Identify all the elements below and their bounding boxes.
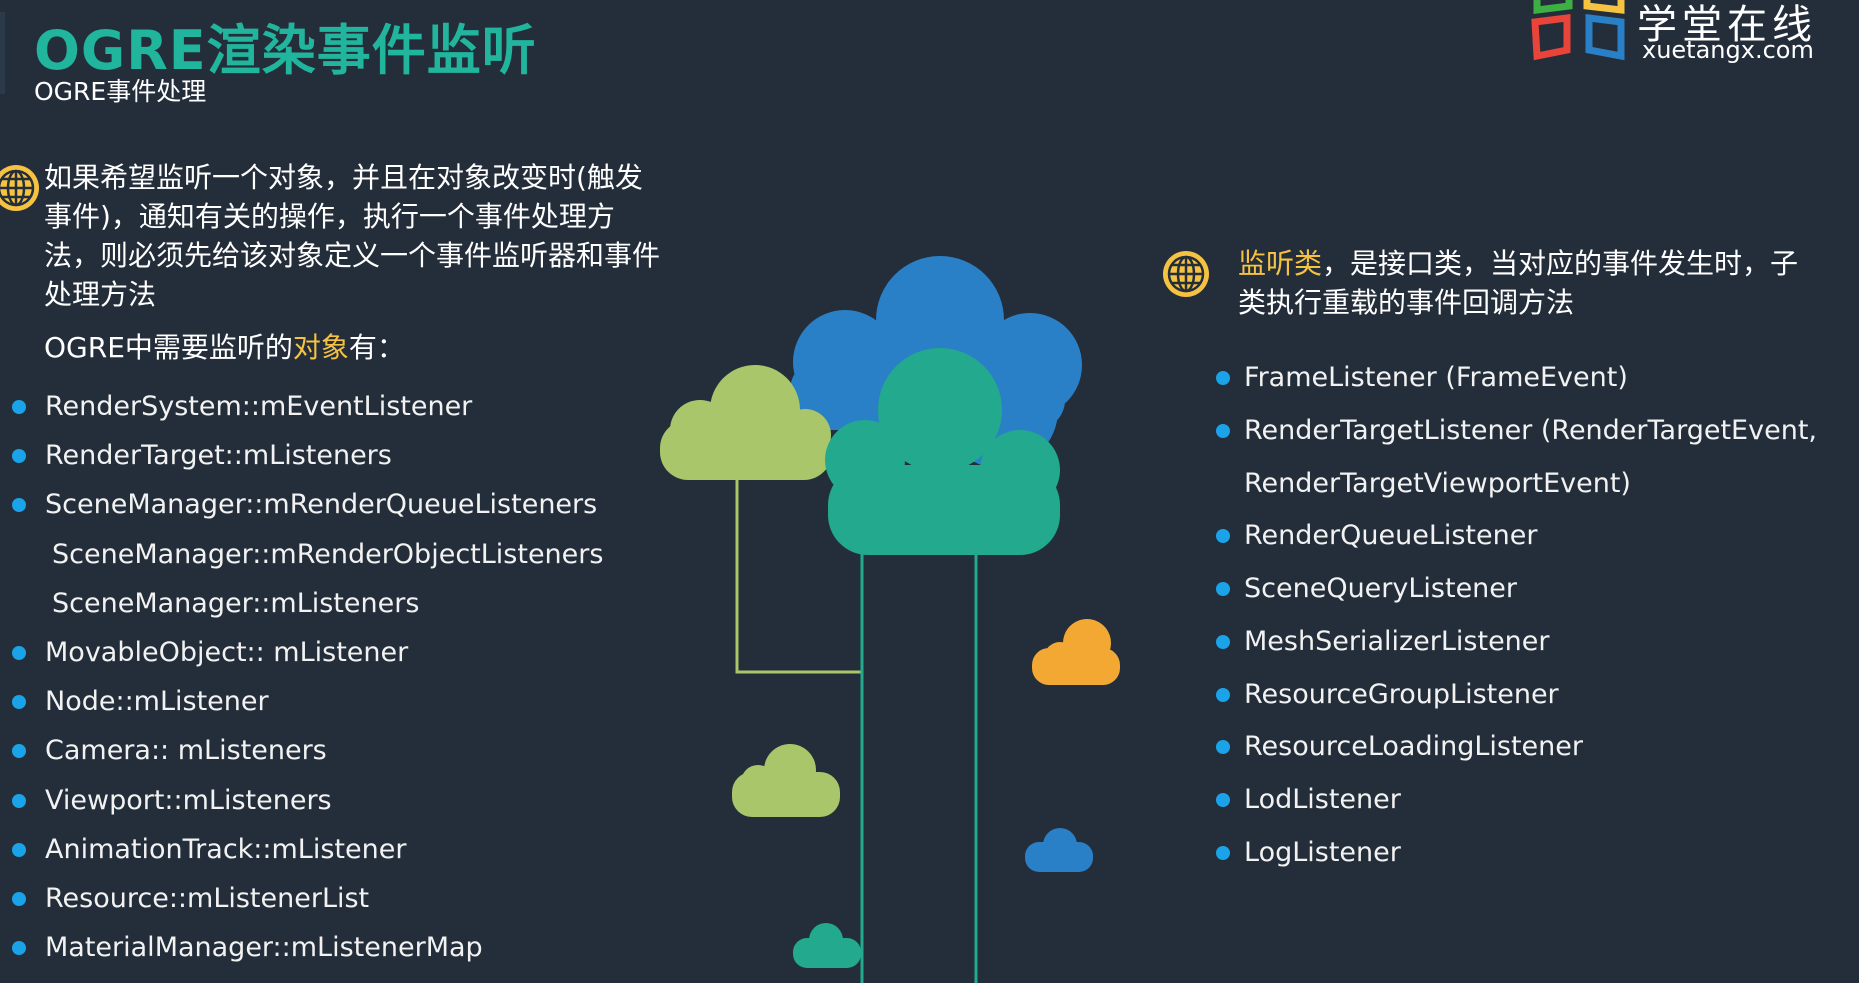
left-intro-paragraph: 如果希望监听一个对象，并且在对象改变时(触发事件)，通知有关的操作，执行一个事件… [44,161,661,311]
cloud-icon [732,744,840,817]
list-item-text: AnimationTrack::mListener [45,834,407,865]
list-item: MeshSerializerListener [1216,622,1550,662]
list-item: MovableObject:: mListener [12,633,409,673]
list-item-text: RenderTargetListener (RenderTargetEvent, [1244,415,1817,446]
page-subtitle: OGRE事件处理 [34,77,207,106]
list-item-text: SceneManager::mRenderObjectListeners [52,539,604,570]
list-item-text: LodListener [1244,784,1401,815]
list-item-text: FrameListener (FrameEvent) [1244,362,1628,393]
bullet-dot [12,843,26,857]
list-item-text: RenderQueueListener [1244,520,1538,551]
list-item: Viewport::mListeners [12,781,332,821]
list-item: AnimationTrack::mListener [12,830,407,870]
list-item: RenderTarget::mListeners [12,436,392,476]
list-item-text: SceneQueryListener [1244,573,1518,604]
list-item: Node::mListener [12,682,269,722]
para-highlight: 监听类 [1238,247,1323,280]
bullet-dot [1216,688,1230,702]
list-item: FrameListener (FrameEvent) [1216,358,1628,398]
list-item: Resource::mListenerList [12,879,370,919]
globe-icon [0,165,39,211]
bullet-dot [1216,740,1230,754]
cloud-icon [1025,828,1093,872]
list-item: SceneManager::mRenderObjectListeners [52,535,603,575]
bullet-dot [1216,793,1230,807]
list-item-text: MaterialManager::mListenerMap [45,932,483,963]
bullet-dot [12,449,26,463]
list-item-text: MeshSerializerListener [1244,626,1550,657]
list-item: RenderTargetListener (RenderTargetEvent, [1216,411,1817,451]
accent-bar [0,12,5,94]
right-intro-paragraph: 监听类，是接口类，当对应的事件发生时，子类执行重载的事件回调方法 [1238,244,1818,322]
globe-icon [1163,251,1209,297]
list-item: SceneManager::mListeners [52,584,419,624]
list-item: ResourceLoadingListener [1216,727,1583,767]
list-item: SceneQueryListener [1216,569,1518,609]
xuetangx-logo-icon [1531,0,1625,61]
bullet-dot [12,498,26,512]
objects-prefix: OGRE中需要监听的 [44,331,293,364]
list-item: LogListener [1216,833,1401,873]
bullet-dot [1216,582,1230,596]
list-item: ResourceGroupListener [1216,675,1559,715]
logo-name-en: xuetangx.com [1642,36,1814,64]
list-item-text: RenderTarget::mListeners [45,440,392,471]
list-item: LodListener [1216,780,1401,820]
bullet-dot [12,892,26,906]
bullet-dot [1216,635,1230,649]
list-item-text: SceneManager::mRenderQueueListeners [45,489,598,520]
brand-logo: 学堂在线 xuetangx.com [1524,0,1859,76]
list-item-text: ResourceGroupListener [1244,679,1559,710]
cloud-icon [1032,619,1120,685]
list-item-text: Camera:: mListeners [45,735,327,766]
cloud-illustration [660,256,1120,983]
list-item: RenderTargetViewportEvent) [1244,464,1631,504]
bullet-dot [12,400,26,414]
list-item: Camera:: mListeners [12,731,327,771]
list-item-text: Node::mListener [45,686,269,717]
list-item-text: SceneManager::mListeners [52,588,420,619]
bullet-dot [12,695,26,709]
list-item: SceneManager::mRenderQueueListeners [12,485,598,525]
cloud-icon [793,923,861,968]
list-item-text: LogListener [1244,837,1401,868]
bullet-dot [1216,371,1230,385]
list-item: RenderQueueListener [1216,516,1538,556]
list-item-text: RenderSystem::mEventListener [45,391,473,422]
objects-highlight: 对象 [292,331,349,364]
list-item: RenderSystem::mEventListener [12,387,473,427]
bullet-dot [1216,424,1230,438]
bullet-dot [12,794,26,808]
bullet-dot [12,646,26,660]
bullet-dot [1216,846,1230,860]
objects-suffix: 有： [348,331,405,364]
list-item-text: MovableObject:: mListener [45,637,409,668]
bullet-dot [12,744,26,758]
list-item: MaterialManager::mListenerMap [12,928,483,968]
bullet-dot [1216,529,1230,543]
para-rest: ，是接口类，当对应的事件发生时，子类执行重载的事件回调方法 [1238,247,1799,319]
list-item-text: RenderTargetViewportEvent) [1244,468,1631,499]
objects-heading: OGRE中需要监听的对象有： [44,326,405,366]
bullet-dot [12,941,26,955]
list-item-text: Resource::mListenerList [45,883,370,914]
list-item-text: Viewport::mListeners [45,785,332,816]
list-item-text: ResourceLoadingListener [1244,731,1583,762]
